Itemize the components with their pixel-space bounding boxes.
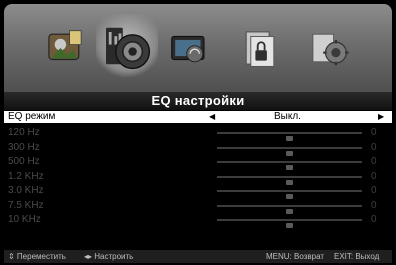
hint-move: ⇕ Переместить xyxy=(8,252,66,261)
channel-icon[interactable] xyxy=(164,22,214,74)
band-value: 0 xyxy=(371,156,377,167)
menu-category-bar xyxy=(4,4,392,94)
eq-band-list: 120 Hz 0 300 Hz 0 500 Hz 0 1.2 KHz 0 3.0… xyxy=(4,126,392,228)
band-slider[interactable] xyxy=(217,161,362,170)
band-slider[interactable] xyxy=(217,175,362,185)
page-title: EQ настройки xyxy=(4,92,392,110)
right-arrow-icon[interactable]: ▶ xyxy=(378,111,384,123)
eq-band-row[interactable]: 500 Hz 0 xyxy=(4,155,392,170)
band-label: 300 Hz xyxy=(8,141,40,153)
band-label: 3.0 KHz xyxy=(8,185,44,196)
band-value: 0 xyxy=(371,214,377,225)
eq-band-row[interactable]: 3.0 KHz 0 xyxy=(4,184,392,199)
eq-band-row[interactable]: 7.5 KHz 0 xyxy=(4,199,392,214)
hint-exit: EXIT: Выход xyxy=(334,252,380,261)
band-slider[interactable] xyxy=(217,146,362,156)
band-value: 0 xyxy=(371,170,377,182)
band-label: 120 Hz xyxy=(8,127,40,138)
slider-knob[interactable] xyxy=(286,223,293,228)
picture-icon[interactable] xyxy=(40,22,90,74)
eq-band-row[interactable]: 120 Hz 0 xyxy=(4,126,392,141)
band-slider[interactable] xyxy=(217,219,362,228)
hint-adjust: ◂▸ Настроить xyxy=(84,252,134,261)
eq-mode-label: EQ режим xyxy=(8,111,56,122)
band-label: 1.2 KHz xyxy=(8,170,44,182)
eq-mode-value: Выкл. xyxy=(274,111,301,122)
tv-osd-screen: EQ настройки EQ режим ◀ Выкл. ▶ 120 Hz 0… xyxy=(0,0,396,265)
band-slider[interactable] xyxy=(217,204,362,214)
band-value: 0 xyxy=(371,141,377,153)
band-slider[interactable] xyxy=(217,190,362,199)
sound-icon[interactable] xyxy=(96,14,158,78)
setup-icon[interactable] xyxy=(304,22,354,74)
band-slider[interactable] xyxy=(217,132,362,141)
band-label: 7.5 KHz xyxy=(8,199,44,211)
band-value: 0 xyxy=(371,127,377,138)
band-label: 500 Hz xyxy=(8,156,40,167)
band-value: 0 xyxy=(371,199,377,211)
eq-mode-row[interactable]: EQ режим ◀ Выкл. ▶ xyxy=(4,111,392,123)
eq-band-row[interactable]: 10 KHz 0 xyxy=(4,213,392,228)
hint-bar: ⇕ Переместить ◂▸ Настроить MENU: Возврат… xyxy=(4,250,392,263)
eq-band-row[interactable]: 300 Hz 0 xyxy=(4,141,392,156)
band-label: 10 KHz xyxy=(8,214,41,225)
lock-icon[interactable] xyxy=(235,22,285,74)
eq-band-row[interactable]: 1.2 KHz 0 xyxy=(4,170,392,185)
left-arrow-icon[interactable]: ◀ xyxy=(209,111,215,123)
hint-menu: MENU: Возврат xyxy=(266,252,324,261)
band-value: 0 xyxy=(371,185,377,196)
